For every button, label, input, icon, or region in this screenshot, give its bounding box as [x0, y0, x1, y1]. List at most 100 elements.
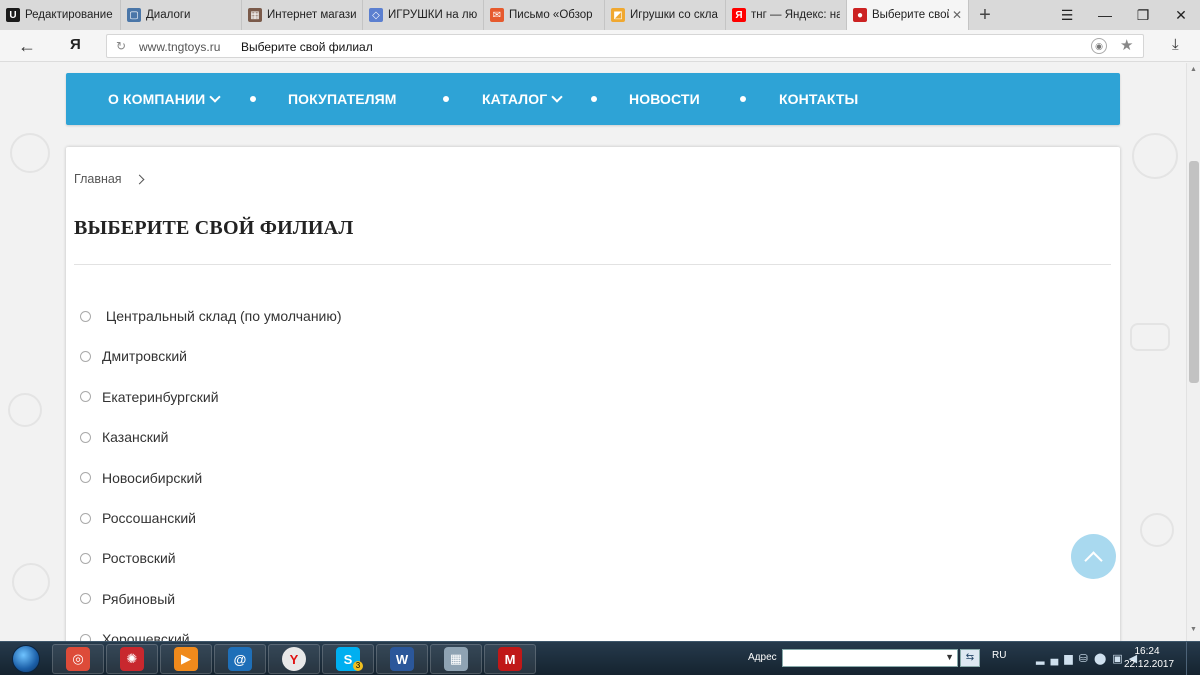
mail-icon: @	[228, 647, 252, 671]
show-desktop-button[interactable]	[1186, 642, 1200, 675]
nav-label: КОНТАКТЫ	[779, 91, 859, 107]
nav-separator-dot	[740, 96, 746, 102]
branch-option[interactable]: Россошанский	[80, 508, 196, 528]
yandex-logo[interactable]: Я	[70, 36, 81, 53]
branch-option[interactable]: Хорошевский	[80, 629, 190, 641]
branch-option[interactable]: Ростовский	[80, 548, 176, 568]
radio-button[interactable]	[80, 391, 91, 403]
branch-label: Рябиновый	[102, 590, 176, 607]
browser-menu-icon[interactable]: ☰	[1048, 0, 1086, 30]
scroll-to-top-button[interactable]	[1071, 534, 1116, 579]
yandex-browser-icon: Y	[282, 647, 306, 671]
taskbar-app-mail[interactable]: @	[214, 644, 266, 674]
browser-tab[interactable]: ◇ ИГРУШКИ на лю	[363, 0, 484, 30]
minimize-icon[interactable]: —	[1086, 0, 1124, 30]
radio-button[interactable]	[80, 633, 91, 641]
dropdown-arrow-icon[interactable]: ▼	[945, 652, 954, 662]
system-clock[interactable]: 16:24 22.12.2017	[1124, 645, 1174, 671]
word-icon: W	[390, 647, 414, 671]
start-button[interactable]	[2, 643, 50, 675]
taskbar-app-chrome[interactable]: ◎	[52, 644, 104, 674]
reload-icon[interactable]: ↻	[116, 39, 126, 53]
chevron-down-icon	[209, 91, 221, 103]
taskbar-app-word[interactable]: W	[376, 644, 428, 674]
branch-label: Ростовский	[102, 550, 176, 567]
address-go-button[interactable]: ⇆	[960, 649, 980, 667]
taskbar-app-skype[interactable]: S3	[322, 644, 374, 674]
radio-button[interactable]	[80, 472, 91, 484]
browser-tab[interactable]: ▢ Диалоги	[121, 0, 242, 30]
browser-tab[interactable]: ◩ Игрушки со скла	[605, 0, 726, 30]
tab-label: Редактирование	[25, 9, 113, 21]
tab-label: Игрушки со скла	[630, 9, 718, 21]
windows-logo-icon	[12, 645, 40, 673]
taskbar-app-media-player[interactable]: ▶	[160, 644, 212, 674]
divider	[74, 264, 1111, 265]
windows-taskbar: ◎ ✺ ▶ @ Y S 3 W ▦ M Адрес ▼ ⇆ RU ▂▄▆⛁⬤▣◀ 16:24 22…	[0, 641, 1200, 675]
address-toolbar-label: Адрес	[748, 652, 777, 663]
bookmark-star-icon[interactable]: ★	[1120, 36, 1133, 54]
back-arrow-icon[interactable]: ←	[18, 36, 36, 57]
nav-label: НОВОСТИ	[629, 91, 700, 107]
taskbar-app-calculator[interactable]: ▦	[430, 644, 482, 674]
chevron-right-icon	[134, 174, 145, 185]
branch-option[interactable]: Рябиновый	[80, 589, 175, 609]
tab-label: Письмо «Обзор	[509, 9, 593, 21]
branch-option[interactable]: Дмитровский	[80, 346, 187, 366]
radio-button[interactable]	[80, 310, 91, 322]
address-toolbar-input[interactable]: ▼	[782, 649, 958, 667]
taskbar-app-yandex-browser[interactable]: Y	[268, 644, 320, 674]
radio-button[interactable]	[80, 593, 91, 605]
branch-option[interactable]: Екатеринбургский	[80, 387, 219, 407]
chevron-up-icon	[1084, 550, 1103, 570]
close-window-icon[interactable]: ✕	[1162, 0, 1200, 30]
nav-item-catalog[interactable]: КАТАЛОГ	[482, 73, 563, 125]
radio-button[interactable]	[80, 350, 91, 362]
branch-option[interactable]: Казанский	[80, 427, 169, 447]
radio-button[interactable]	[80, 431, 91, 443]
taskbar-app-mcafee[interactable]: M	[484, 644, 536, 674]
browser-tab[interactable]: ● Выберите свой ✕	[847, 0, 969, 30]
close-tab-icon[interactable]: ✕	[952, 8, 962, 22]
page-scrollbar[interactable]: ▲ ▼	[1186, 63, 1200, 641]
calculator-icon: ▦	[444, 647, 468, 671]
usb-icon[interactable]: ⛁	[1079, 653, 1094, 665]
radio-button[interactable]	[80, 552, 91, 564]
language-indicator[interactable]: RU	[992, 650, 1006, 661]
url-domain: www.tngtoys.ru	[139, 40, 221, 54]
browser-tab[interactable]: Ятнг — Яндекс: на	[726, 0, 847, 30]
branch-option[interactable]: Новосибирский	[80, 468, 202, 488]
notification-badge: 3	[353, 661, 363, 671]
security-icon[interactable]: ⬤	[1094, 653, 1112, 665]
browser-tab[interactable]: ✉ Письмо «Обзор	[484, 0, 605, 30]
nav-item-company[interactable]: О КОМПАНИИ	[108, 73, 221, 125]
nav-item-customers[interactable]: ПОКУПАТЕЛЯМ	[288, 73, 397, 125]
chevron-down-icon	[551, 91, 563, 103]
scroll-down-arrow-icon[interactable]: ▼	[1190, 626, 1197, 633]
protect-icon[interactable]: ◉	[1091, 38, 1107, 54]
chrome-icon: ◎	[66, 647, 90, 671]
downloads-icon[interactable]: ⤓	[1172, 36, 1179, 53]
scrollbar-thumb[interactable]	[1189, 161, 1199, 383]
background-doodle	[1130, 323, 1170, 351]
url-field[interactable]: ↻ www.tngtoys.ru Выберите свой филиал ◉	[106, 34, 1144, 58]
nav-item-news[interactable]: НОВОСТИ	[629, 73, 700, 125]
restore-icon[interactable]: ❐	[1124, 0, 1162, 30]
scroll-up-arrow-icon[interactable]: ▲	[1190, 66, 1197, 73]
branch-label: Центральный склад (по умолчанию)	[102, 308, 342, 324]
taskbar-app-app-red[interactable]: ✺	[106, 644, 158, 674]
breadcrumb-home-link[interactable]: Главная	[74, 172, 122, 186]
branch-label: Казанский	[102, 429, 169, 446]
network-icon[interactable]: ▂▄▆	[1036, 653, 1079, 665]
background-doodle	[8, 393, 42, 427]
radio-button[interactable]	[80, 512, 91, 524]
branch-option[interactable]: Центральный склад (по умолчанию)	[80, 306, 342, 326]
browser-tab[interactable]: U Редактирование	[0, 0, 121, 30]
browser-tab[interactable]: ▦ Интернет магази	[242, 0, 363, 30]
new-tab-button[interactable]: +	[969, 0, 1001, 30]
nav-item-contacts[interactable]: КОНТАКТЫ	[779, 73, 858, 125]
tab-label: Выберите свой	[872, 9, 949, 21]
tab-label: Интернет магази	[267, 9, 356, 21]
address-bar: ← Я ↻ www.tngtoys.ru Выберите свой филиа…	[0, 30, 1200, 62]
tab-list: U Редактирование ▢ Диалоги ▦ Интернет магази ◇…	[0, 0, 969, 30]
